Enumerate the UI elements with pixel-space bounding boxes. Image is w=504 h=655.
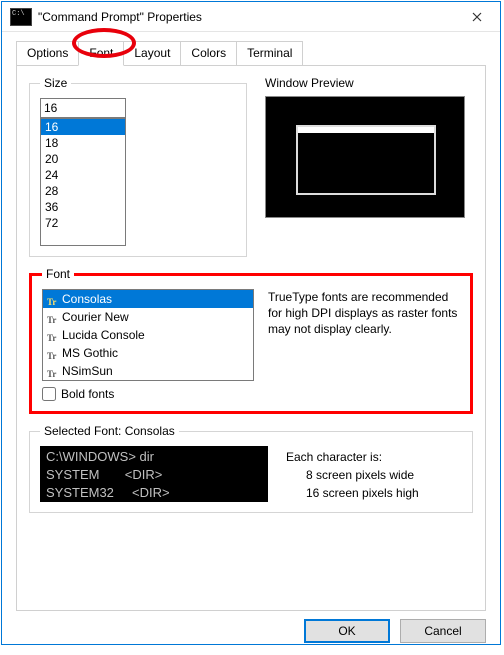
sample-info-head: Each character is: [286,450,382,464]
preview-label: Window Preview [265,76,473,90]
size-label: Size [40,76,71,90]
font-item[interactable]: TrCourier New [43,308,253,326]
truetype-icon: Tr [47,366,59,376]
font-advice-text: TrueType fonts are recommended for high … [268,289,460,381]
window-preview [265,96,465,218]
font-item[interactable]: TrConsolas [43,290,253,308]
tab-layout[interactable]: Layout [123,41,181,66]
preview-window-icon [296,125,436,195]
bold-fonts-checkbox[interactable] [42,387,56,401]
sample-legend: Selected Font: Consolas [40,424,179,438]
size-item[interactable]: 24 [41,167,125,183]
size-input[interactable] [40,98,126,118]
properties-window: "Command Prompt" Properties Options Font… [1,1,501,645]
ok-button[interactable]: OK [304,619,390,643]
tab-panel-font: Size 16 18 20 24 28 36 72 Window Preview [16,65,486,611]
sample-group: Selected Font: Consolas C:\WINDOWS> dir … [29,424,473,513]
titlebar: "Command Prompt" Properties [2,2,500,32]
bold-fonts-label: Bold fonts [61,387,114,401]
font-item[interactable]: TrLucida Console [43,326,253,344]
sample-info: Each character is: 8 screen pixels wide … [286,448,419,502]
sample-info-width: 8 screen pixels wide [286,466,419,484]
dialog-body: Options Font Layout Colors Terminal Size… [2,32,500,611]
cmd-icon [10,8,32,26]
tab-font[interactable]: Font [78,41,124,66]
tab-strip: Options Font Layout Colors Terminal [16,40,486,65]
bold-fonts-row[interactable]: Bold fonts [42,387,460,401]
font-group: Font TrConsolas TrCourier New TrLucida C… [29,267,473,414]
font-label: Font [42,267,74,281]
preview-group: Window Preview [265,76,473,267]
truetype-icon: Tr [47,312,59,322]
sample-info-height: 16 screen pixels high [286,484,419,502]
button-bar: OK Cancel [2,611,500,655]
truetype-icon: Tr [47,294,59,304]
size-item[interactable]: 72 [41,215,125,231]
size-item[interactable]: 20 [41,151,125,167]
close-icon [472,12,482,22]
tab-terminal[interactable]: Terminal [236,41,303,66]
font-sample: C:\WINDOWS> dir SYSTEM <DIR> SYSTEM32 <D… [40,446,268,502]
size-item[interactable]: 16 [41,119,125,135]
window-title: "Command Prompt" Properties [38,10,454,24]
size-item[interactable]: 28 [41,183,125,199]
truetype-icon: Tr [47,330,59,340]
cancel-button[interactable]: Cancel [400,619,486,643]
size-item[interactable]: 36 [41,199,125,215]
truetype-icon: Tr [47,348,59,358]
size-listbox[interactable]: 16 18 20 24 28 36 72 [40,118,126,246]
close-button[interactable] [454,2,500,32]
font-item[interactable]: TrMS Gothic [43,344,253,362]
tab-colors[interactable]: Colors [180,41,237,66]
size-item[interactable]: 18 [41,135,125,151]
size-group: Size 16 18 20 24 28 36 72 [29,76,247,257]
tab-options[interactable]: Options [16,41,79,66]
font-item[interactable]: TrNSimSun [43,362,253,380]
font-listbox[interactable]: TrConsolas TrCourier New TrLucida Consol… [42,289,254,381]
